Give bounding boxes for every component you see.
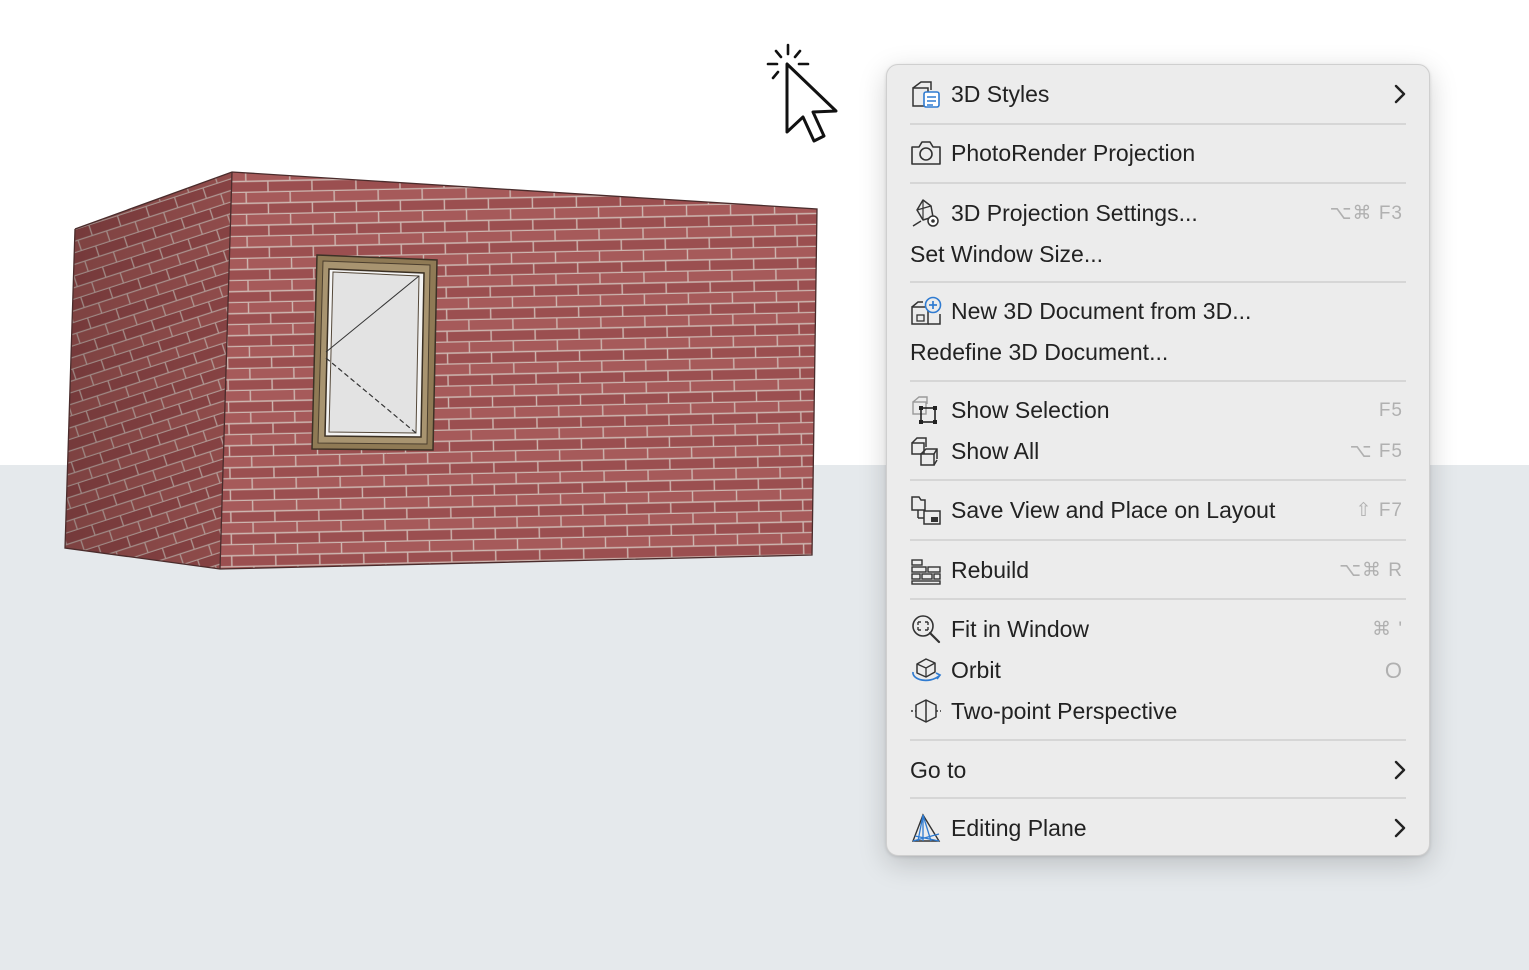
menu-separator xyxy=(910,539,1406,541)
keyboard-shortcut: ⌥⌘ R xyxy=(1339,560,1403,581)
menu-separator xyxy=(910,123,1406,125)
camera-icon xyxy=(911,141,941,165)
click-cursor-icon xyxy=(766,43,838,143)
menu-item-editing-plane[interactable]: Editing Plane xyxy=(887,808,1429,849)
menu-item-label: New 3D Document from 3D... xyxy=(951,298,1252,324)
keyboard-shortcut: O xyxy=(1384,658,1403,683)
menu-item-label: Rebuild xyxy=(951,557,1029,583)
menu-item-3d-styles[interactable]: 3D Styles xyxy=(887,74,1429,115)
menu-item-set-window-size[interactable]: Set Window Size... xyxy=(887,234,1429,275)
keyboard-shortcut: ⌥⌘ F3 xyxy=(1329,203,1403,224)
menu-separator xyxy=(910,479,1406,481)
menu-item-new-3d-document[interactable]: New 3D Document from 3D... xyxy=(887,291,1429,332)
menu-separator xyxy=(910,598,1406,600)
new-3d-document-icon xyxy=(911,296,942,325)
menu-item-orbit[interactable]: Orbit O xyxy=(887,650,1429,691)
menu-separator xyxy=(910,380,1406,382)
save-view-layout-icon xyxy=(911,496,941,525)
menu-item-label: Show Selection xyxy=(951,397,1110,423)
menu-separator xyxy=(910,182,1406,184)
menu-item-label: Redefine 3D Document... xyxy=(910,339,1169,365)
keyboard-shortcut: ⌘ ' xyxy=(1372,619,1403,640)
keyboard-shortcut: ⌥ F5 xyxy=(1349,441,1403,462)
menu-separator xyxy=(910,797,1406,799)
menu-item-label: Go to xyxy=(910,757,967,783)
chevron-right-icon xyxy=(1394,818,1406,838)
menu-item-save-view-place-layout[interactable]: Save View and Place on Layout ⇧ F7 xyxy=(887,490,1429,531)
3d-styles-icon xyxy=(912,81,940,108)
menu-item-label: 3D Projection Settings... xyxy=(951,200,1198,226)
fit-in-window-icon xyxy=(912,615,941,644)
editing-plane-icon xyxy=(911,813,941,842)
menu-item-photorender-projection[interactable]: PhotoRender Projection xyxy=(887,133,1429,174)
chevron-right-icon xyxy=(1394,84,1406,104)
menu-item-label: Two-point Perspective xyxy=(951,698,1178,724)
menu-separator xyxy=(910,739,1406,741)
menu-item-fit-in-window[interactable]: Fit in Window ⌘ ' xyxy=(887,609,1429,650)
context-menu: 3D Styles PhotoRender Projection 3D Proj… xyxy=(886,64,1430,856)
menu-item-label: Fit in Window xyxy=(951,616,1090,642)
show-selection-icon xyxy=(912,396,937,424)
menu-item-rebuild[interactable]: Rebuild ⌥⌘ R xyxy=(887,550,1429,591)
projection-settings-icon xyxy=(912,199,939,227)
menu-item-label: Set Window Size... xyxy=(910,241,1104,267)
menu-item-label: Orbit xyxy=(951,657,1001,683)
chevron-right-icon xyxy=(1394,760,1406,780)
menu-item-label: Save View and Place on Layout xyxy=(951,497,1276,523)
menu-item-label: Show All xyxy=(951,438,1040,464)
menu-item-go-to[interactable]: Go to xyxy=(887,750,1429,791)
orbit-icon xyxy=(912,658,942,682)
menu-separator xyxy=(910,281,1406,283)
two-point-perspective-icon xyxy=(911,699,941,723)
menu-item-show-all[interactable]: Show All ⌥ F5 xyxy=(887,431,1429,472)
menu-item-label: 3D Styles xyxy=(951,81,1050,107)
menu-item-3d-projection-settings[interactable]: 3D Projection Settings... ⌥⌘ F3 xyxy=(887,193,1429,234)
rebuild-bricks-icon xyxy=(911,559,941,585)
menu-item-show-selection[interactable]: Show Selection F5 xyxy=(887,390,1429,431)
keyboard-shortcut: ⇧ F7 xyxy=(1355,500,1403,521)
menu-item-label: Editing Plane xyxy=(951,815,1087,841)
menu-item-two-point-perspective[interactable]: Two-point Perspective xyxy=(887,691,1429,732)
show-all-icon xyxy=(911,437,938,466)
menu-item-label: PhotoRender Projection xyxy=(951,140,1196,166)
3d-viewport[interactable] xyxy=(0,0,860,600)
menu-item-redefine-3d-document[interactable]: Redefine 3D Document... xyxy=(887,332,1429,373)
keyboard-shortcut: F5 xyxy=(1378,400,1403,421)
window[interactable] xyxy=(311,254,438,451)
front-wall xyxy=(220,172,817,569)
